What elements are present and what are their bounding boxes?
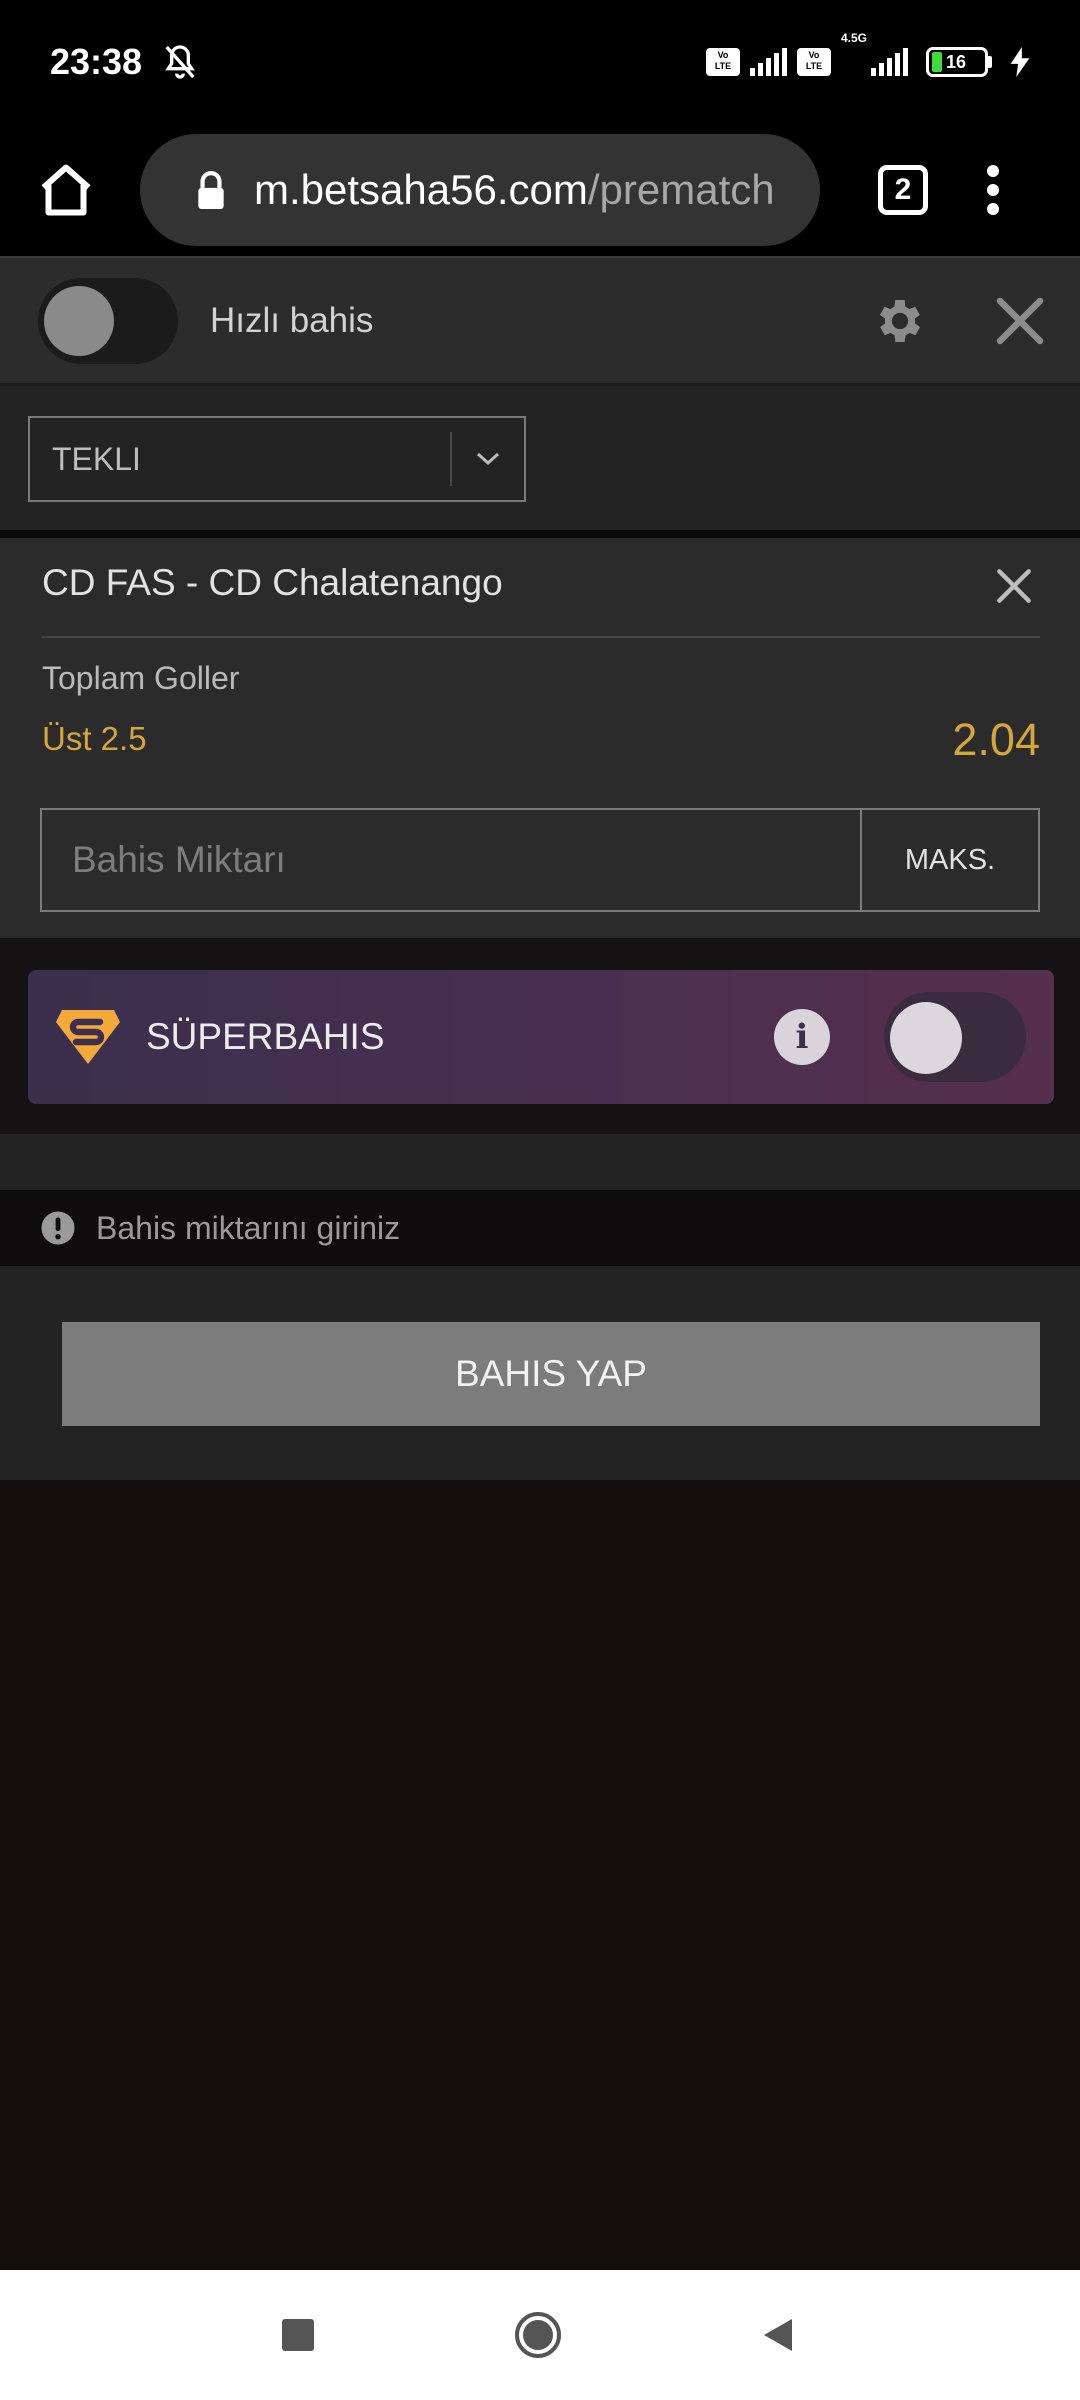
battery-level: 16 <box>946 51 967 72</box>
volte-icon-2: Vo LTE <box>796 48 831 76</box>
divider <box>0 530 1080 538</box>
back-icon[interactable] <box>758 2315 798 2355</box>
super-bet-banner: SÜPERBAHIS i <box>28 970 1054 1104</box>
warning-message: Bahis miktarını giriniz <box>0 1190 1080 1266</box>
signal-icon-2 <box>871 48 908 76</box>
status-bar: 23:38 Vo LTE Vo LTE 4.5G 16 <box>0 0 1080 124</box>
network-type: 4.5G <box>840 31 867 45</box>
tab-switcher-button[interactable]: 2 <box>878 165 928 215</box>
bet-type-row: TEKLI <box>0 386 1080 530</box>
recent-apps-icon[interactable] <box>282 2319 314 2351</box>
super-bet-label: SÜPERBAHIS <box>146 1016 385 1057</box>
address-bar[interactable]: m.betsaha56.com/prematch <box>140 134 820 246</box>
signal-icon <box>749 48 787 76</box>
odds-value: 2.04 <box>952 714 1040 765</box>
battery-icon: 16 <box>926 47 992 77</box>
selection-name: Üst 2.5 <box>42 720 147 757</box>
quick-bet-header: Hızlı bahis <box>0 256 1080 386</box>
remove-bet-icon[interactable] <box>992 564 1036 608</box>
close-betslip-icon[interactable] <box>990 291 1050 351</box>
market-name: Toplam Goller <box>42 660 240 696</box>
info-icon[interactable]: i <box>774 1009 830 1065</box>
bet-type-value: TEKLI <box>52 440 141 477</box>
alert-icon <box>41 1211 75 1245</box>
browser-toolbar: m.betsaha56.com/prematch 2 <box>0 124 1080 256</box>
home-circle-icon[interactable] <box>514 2311 562 2359</box>
url-domain: m.betsaha56.com <box>254 166 588 213</box>
card-divider <box>42 636 1040 638</box>
url-path: /prematch <box>587 166 775 213</box>
chevron-down-icon <box>452 451 524 467</box>
volte-icon: Vo LTE <box>705 48 740 76</box>
bet-card: CD FAS - CD Chalatenango Toplam Goller Ü… <box>0 538 1080 938</box>
stake-input[interactable] <box>42 810 860 910</box>
match-title: CD FAS - CD Chalatenango <box>42 562 503 603</box>
warning-text: Bahis miktarını giriniz <box>96 1209 401 1246</box>
bet-type-select[interactable]: TEKLI <box>28 416 526 502</box>
spacer <box>0 1134 1080 1190</box>
more-menu-icon[interactable] <box>986 165 1000 215</box>
max-stake-button[interactable]: MAKS. <box>860 810 1038 910</box>
place-bet-button[interactable]: BAHIS YAP <box>62 1322 1040 1426</box>
status-time: 23:38 <box>50 41 143 82</box>
home-icon[interactable] <box>36 160 96 220</box>
place-bet-area: BAHIS YAP <box>0 1266 1080 1480</box>
status-indicators: Vo LTE Vo LTE 4.5G 16 <box>705 31 1030 89</box>
super-bet-section: SÜPERBAHIS i <box>0 938 1080 1134</box>
quick-bet-label: Hızlı bahis <box>210 300 374 340</box>
quick-bet-toggle[interactable] <box>38 277 178 364</box>
charging-icon <box>1010 47 1030 77</box>
bell-off-icon <box>165 45 195 79</box>
url-text: m.betsaha56.com/prematch <box>254 166 775 214</box>
super-bet-toggle[interactable] <box>884 992 1026 1082</box>
superbet-logo-icon <box>56 1010 120 1064</box>
system-nav-bar <box>0 2270 1080 2400</box>
gear-icon[interactable] <box>872 293 928 349</box>
lock-icon <box>198 171 224 209</box>
stake-field: MAKS. <box>40 808 1040 912</box>
